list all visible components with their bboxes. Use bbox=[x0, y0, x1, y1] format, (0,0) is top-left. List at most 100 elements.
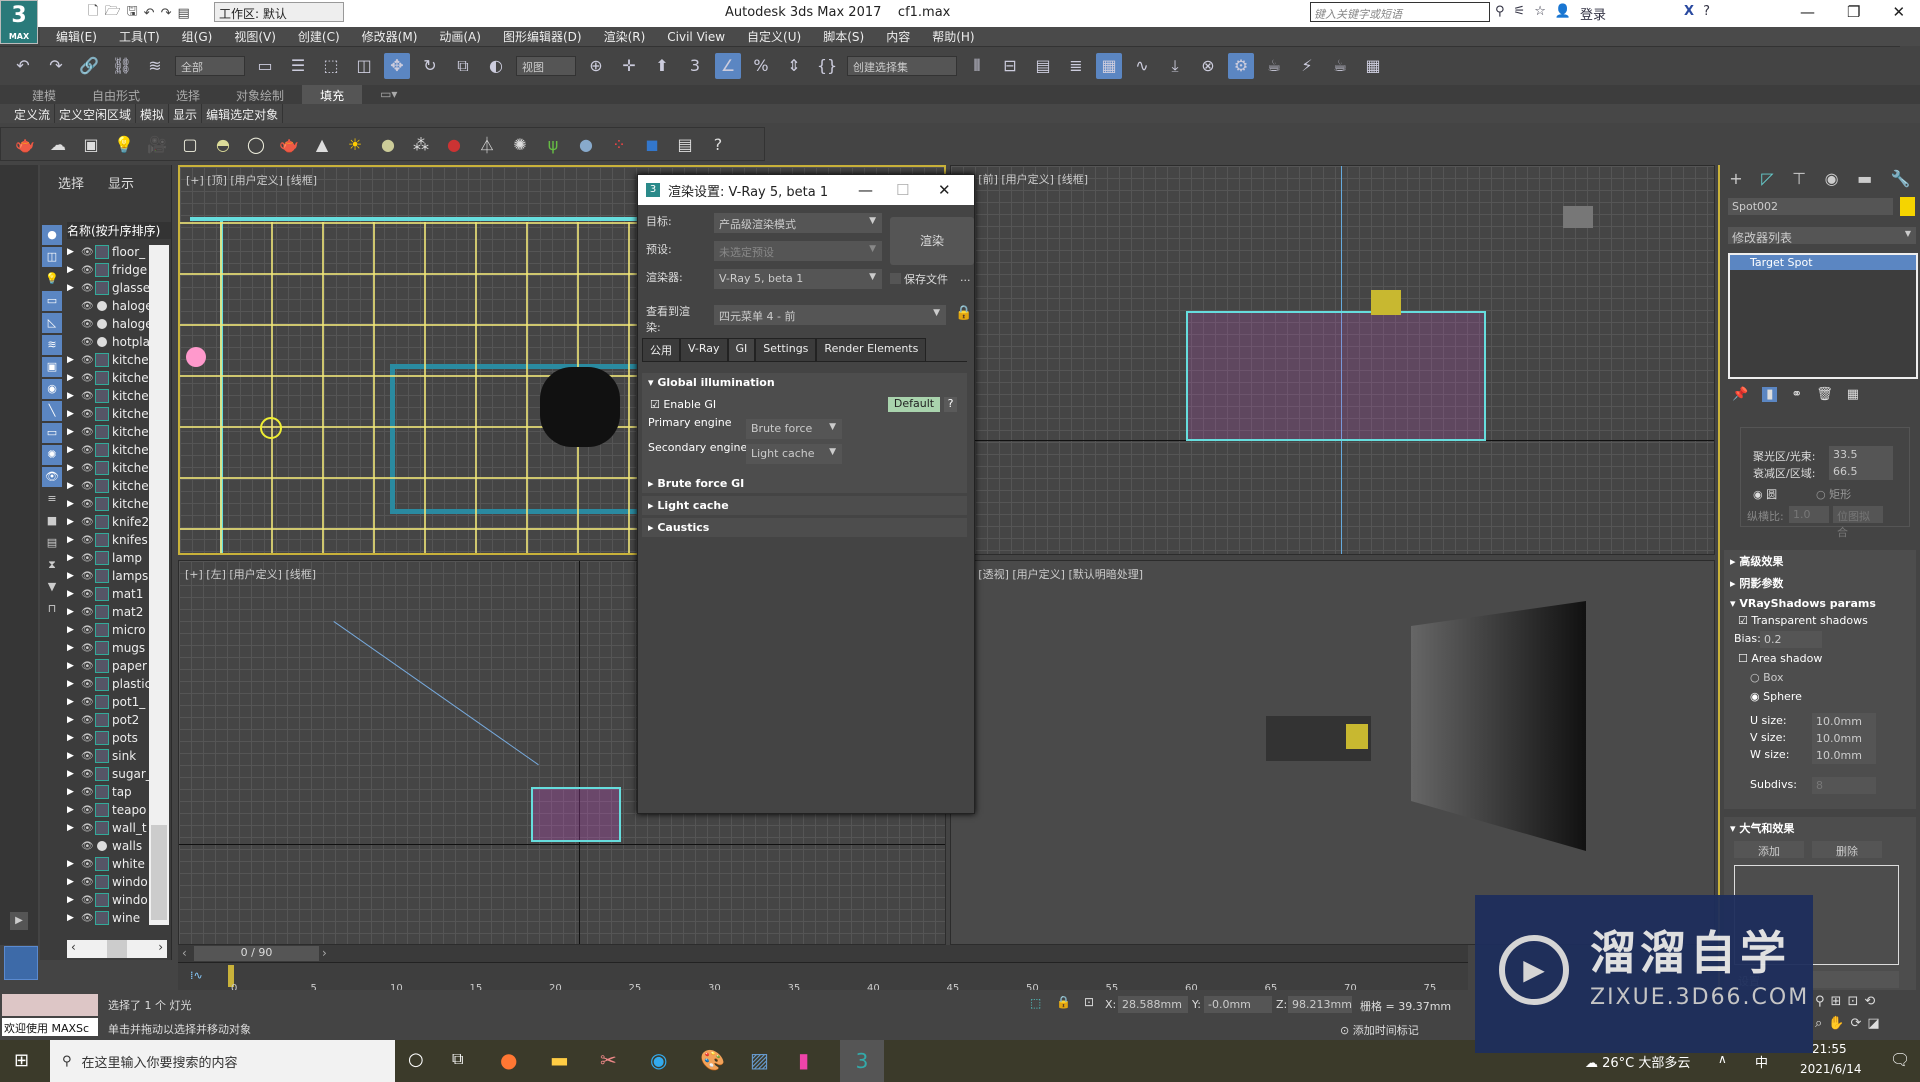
star-icon[interactable]: ☆ bbox=[1534, 4, 1546, 23]
window-crossing-icon[interactable]: ◫ bbox=[351, 53, 377, 79]
visibility-eye-icon[interactable]: 👁 bbox=[81, 751, 95, 762]
redo-icon[interactable]: ↷ bbox=[43, 53, 69, 79]
motion-tab-icon[interactable]: ◉ bbox=[1825, 169, 1839, 188]
visibility-eye-icon[interactable]: 👁 bbox=[81, 733, 95, 744]
fur-icon[interactable]: ⁂ bbox=[409, 132, 433, 156]
scale-icon[interactable]: ⧉ bbox=[450, 53, 476, 79]
maxscript-mini-listener[interactable]: 欢迎使用 MAXSc bbox=[2, 1018, 98, 1036]
subdivs-spinner[interactable]: 8 bbox=[1812, 777, 1876, 794]
orbit-icon[interactable]: ⟲ bbox=[1864, 994, 1875, 1009]
minimize-button[interactable]: — bbox=[858, 181, 873, 199]
redo-icon[interactable]: ↷ bbox=[161, 6, 172, 21]
render-setup-icon[interactable]: ⚙ bbox=[1228, 52, 1254, 79]
section-advanced-effects[interactable]: ▸ 高级效果 bbox=[1724, 550, 1916, 572]
visibility-eye-icon[interactable]: 👁 bbox=[81, 247, 95, 258]
dome-light-icon[interactable]: ◓ bbox=[211, 132, 235, 156]
next-frame-button[interactable]: › bbox=[322, 946, 327, 960]
user-icon[interactable]: 👤 bbox=[1555, 4, 1571, 23]
close-button[interactable]: ✕ bbox=[938, 181, 951, 199]
expand-arrow-icon[interactable]: ▶ bbox=[67, 391, 81, 401]
viewport-label[interactable]: [+] [左] [用户定义] [线框] bbox=[185, 566, 316, 582]
v-size-spinner[interactable]: 10.0mm bbox=[1812, 730, 1876, 747]
bias-spinner[interactable]: 0.2 bbox=[1760, 631, 1822, 648]
visibility-eye-icon[interactable]: 👁 bbox=[81, 841, 95, 852]
vertical-scrollbar[interactable] bbox=[149, 245, 169, 925]
taskbar-search[interactable]: ⚲ 在这里输入你要搜索的内容 bbox=[50, 1040, 395, 1082]
manipulate-icon[interactable]: ✛ bbox=[616, 53, 642, 79]
visibility-eye-icon[interactable]: 👁 bbox=[81, 337, 95, 348]
hierarchy-tab-icon[interactable]: ⊤ bbox=[1792, 169, 1806, 188]
expand-arrow-icon[interactable]: ▶ bbox=[67, 607, 81, 617]
expand-arrow-icon[interactable]: ▶ bbox=[67, 265, 81, 275]
workspace-dropdown[interactable]: 工作区: 默认 bbox=[214, 2, 344, 22]
container-icon[interactable]: ⊓ bbox=[42, 599, 62, 619]
visibility-eye-icon[interactable]: 👁 bbox=[81, 391, 95, 402]
ribbon-options-icon[interactable]: ▭▾ bbox=[362, 85, 415, 104]
lock-selection-icon[interactable]: 🔒 bbox=[1056, 995, 1071, 1009]
modify-tab-icon[interactable]: ◸ bbox=[1761, 169, 1773, 188]
layer-icon[interactable]: ⧗ bbox=[42, 555, 62, 575]
edit-named-sets-icon[interactable]: {} bbox=[814, 53, 840, 79]
menu-item[interactable]: 渲染(R) bbox=[604, 28, 646, 45]
rectangle-radio[interactable]: ○ 矩形 bbox=[1816, 486, 1851, 502]
link-icon[interactable]: 🔗 bbox=[76, 53, 102, 79]
expand-arrow-icon[interactable]: ▶ bbox=[67, 895, 81, 905]
omni-light-icon[interactable] bbox=[260, 417, 282, 439]
visibility-eye-icon[interactable]: 👁 bbox=[81, 571, 95, 582]
expand-arrow-icon[interactable]: ▶ bbox=[67, 283, 81, 293]
particle-filter-icon[interactable]: ✺ bbox=[42, 445, 62, 465]
section-shadow-params[interactable]: ▸ 阴影参数 bbox=[1724, 572, 1916, 594]
weather-widget[interactable]: ☁ 26°C 大部多云 bbox=[1585, 1052, 1690, 1071]
w-size-spinner[interactable]: 10.0mm bbox=[1812, 747, 1876, 764]
firefox-icon[interactable]: ● bbox=[500, 1048, 517, 1072]
display-menu[interactable]: 显示 bbox=[108, 173, 134, 192]
visibility-eye-icon[interactable]: 👁 bbox=[81, 679, 95, 690]
visibility-eye-icon[interactable]: 👁 bbox=[81, 859, 95, 870]
satellite-icon[interactable]: ⚟ bbox=[1514, 4, 1526, 23]
visibility-eye-icon[interactable]: 👁 bbox=[81, 517, 95, 528]
exchange-icon[interactable]: X bbox=[1684, 4, 1694, 23]
expand-arrow-icon[interactable]: ▶ bbox=[67, 877, 81, 887]
curve-editor-icon[interactable]: ∿ bbox=[1129, 53, 1155, 79]
ribbon-button[interactable]: 定义流 bbox=[10, 104, 56, 123]
menu-item[interactable]: 动画(A) bbox=[439, 28, 481, 45]
falloff-spinner[interactable]: 66.5 bbox=[1829, 463, 1893, 480]
cortana-icon[interactable]: ○ bbox=[408, 1049, 424, 1070]
help-icon[interactable]: ? bbox=[1703, 4, 1710, 23]
visibility-eye-icon[interactable]: 👁 bbox=[81, 283, 95, 294]
align-icon[interactable]: ⊟ bbox=[997, 53, 1023, 79]
material-editor-icon[interactable]: ⊗ bbox=[1195, 53, 1221, 79]
absolute-mode-icon[interactable]: ⊡ bbox=[1084, 995, 1094, 1009]
rendered-frame-icon[interactable]: ☕ bbox=[1261, 53, 1287, 79]
expand-arrow-icon[interactable]: ▶ bbox=[67, 697, 81, 707]
select-object-icon[interactable]: ▭ bbox=[252, 53, 278, 79]
view-to-render-dropdown[interactable]: 四元菜单 4 - 前 ▼ bbox=[714, 305, 946, 325]
create-tab-icon[interactable]: + bbox=[1729, 169, 1742, 188]
group-filter-icon[interactable]: ▣ bbox=[42, 357, 62, 377]
menu-item[interactable]: 帮助(H) bbox=[932, 28, 974, 45]
default-button[interactable]: Default bbox=[888, 397, 940, 412]
section-title[interactable]: 大气和效果 bbox=[1739, 822, 1794, 835]
visibility-eye-icon[interactable]: 👁 bbox=[81, 661, 95, 672]
frame-counter[interactable]: 0 / 90 bbox=[194, 946, 319, 961]
xref-filter-icon[interactable]: ◉ bbox=[42, 379, 62, 399]
camera-filter-icon[interactable]: ▭ bbox=[42, 291, 62, 311]
collapse-arrow-icon[interactable]: ▾ bbox=[1730, 597, 1739, 610]
bind-spacewarp-icon[interactable]: ≋ bbox=[142, 53, 168, 79]
menu-item[interactable]: 自定义(U) bbox=[747, 28, 801, 45]
preset-dropdown[interactable]: 未选定预设 ▼ bbox=[714, 241, 882, 261]
multi-material-icon[interactable]: ⁘ bbox=[607, 132, 631, 156]
menu-item[interactable]: 视图(V) bbox=[234, 28, 276, 45]
snip-tool-icon[interactable]: ✂ bbox=[600, 1048, 617, 1072]
selection-filter-dropdown[interactable]: 全部 bbox=[175, 55, 245, 76]
visibility-eye-icon[interactable]: 👁 bbox=[81, 913, 95, 924]
expand-arrow-icon[interactable]: ▶ bbox=[67, 859, 81, 869]
close-button[interactable]: ✕ bbox=[1892, 3, 1905, 21]
rollout-light-cache[interactable]: ▸ Light cache bbox=[642, 496, 967, 515]
ribbon-tab[interactable]: 填充 bbox=[302, 85, 363, 104]
cloud-icon[interactable]: ☁ bbox=[46, 132, 70, 156]
tray-overflow-icon[interactable]: ∧ bbox=[1718, 1052, 1727, 1066]
target-dropdown[interactable]: 产品级渲染模式 ▼ bbox=[714, 213, 882, 233]
help-icon[interactable]: ? bbox=[706, 132, 730, 156]
ime-indicator[interactable]: 中 bbox=[1755, 1052, 1768, 1071]
